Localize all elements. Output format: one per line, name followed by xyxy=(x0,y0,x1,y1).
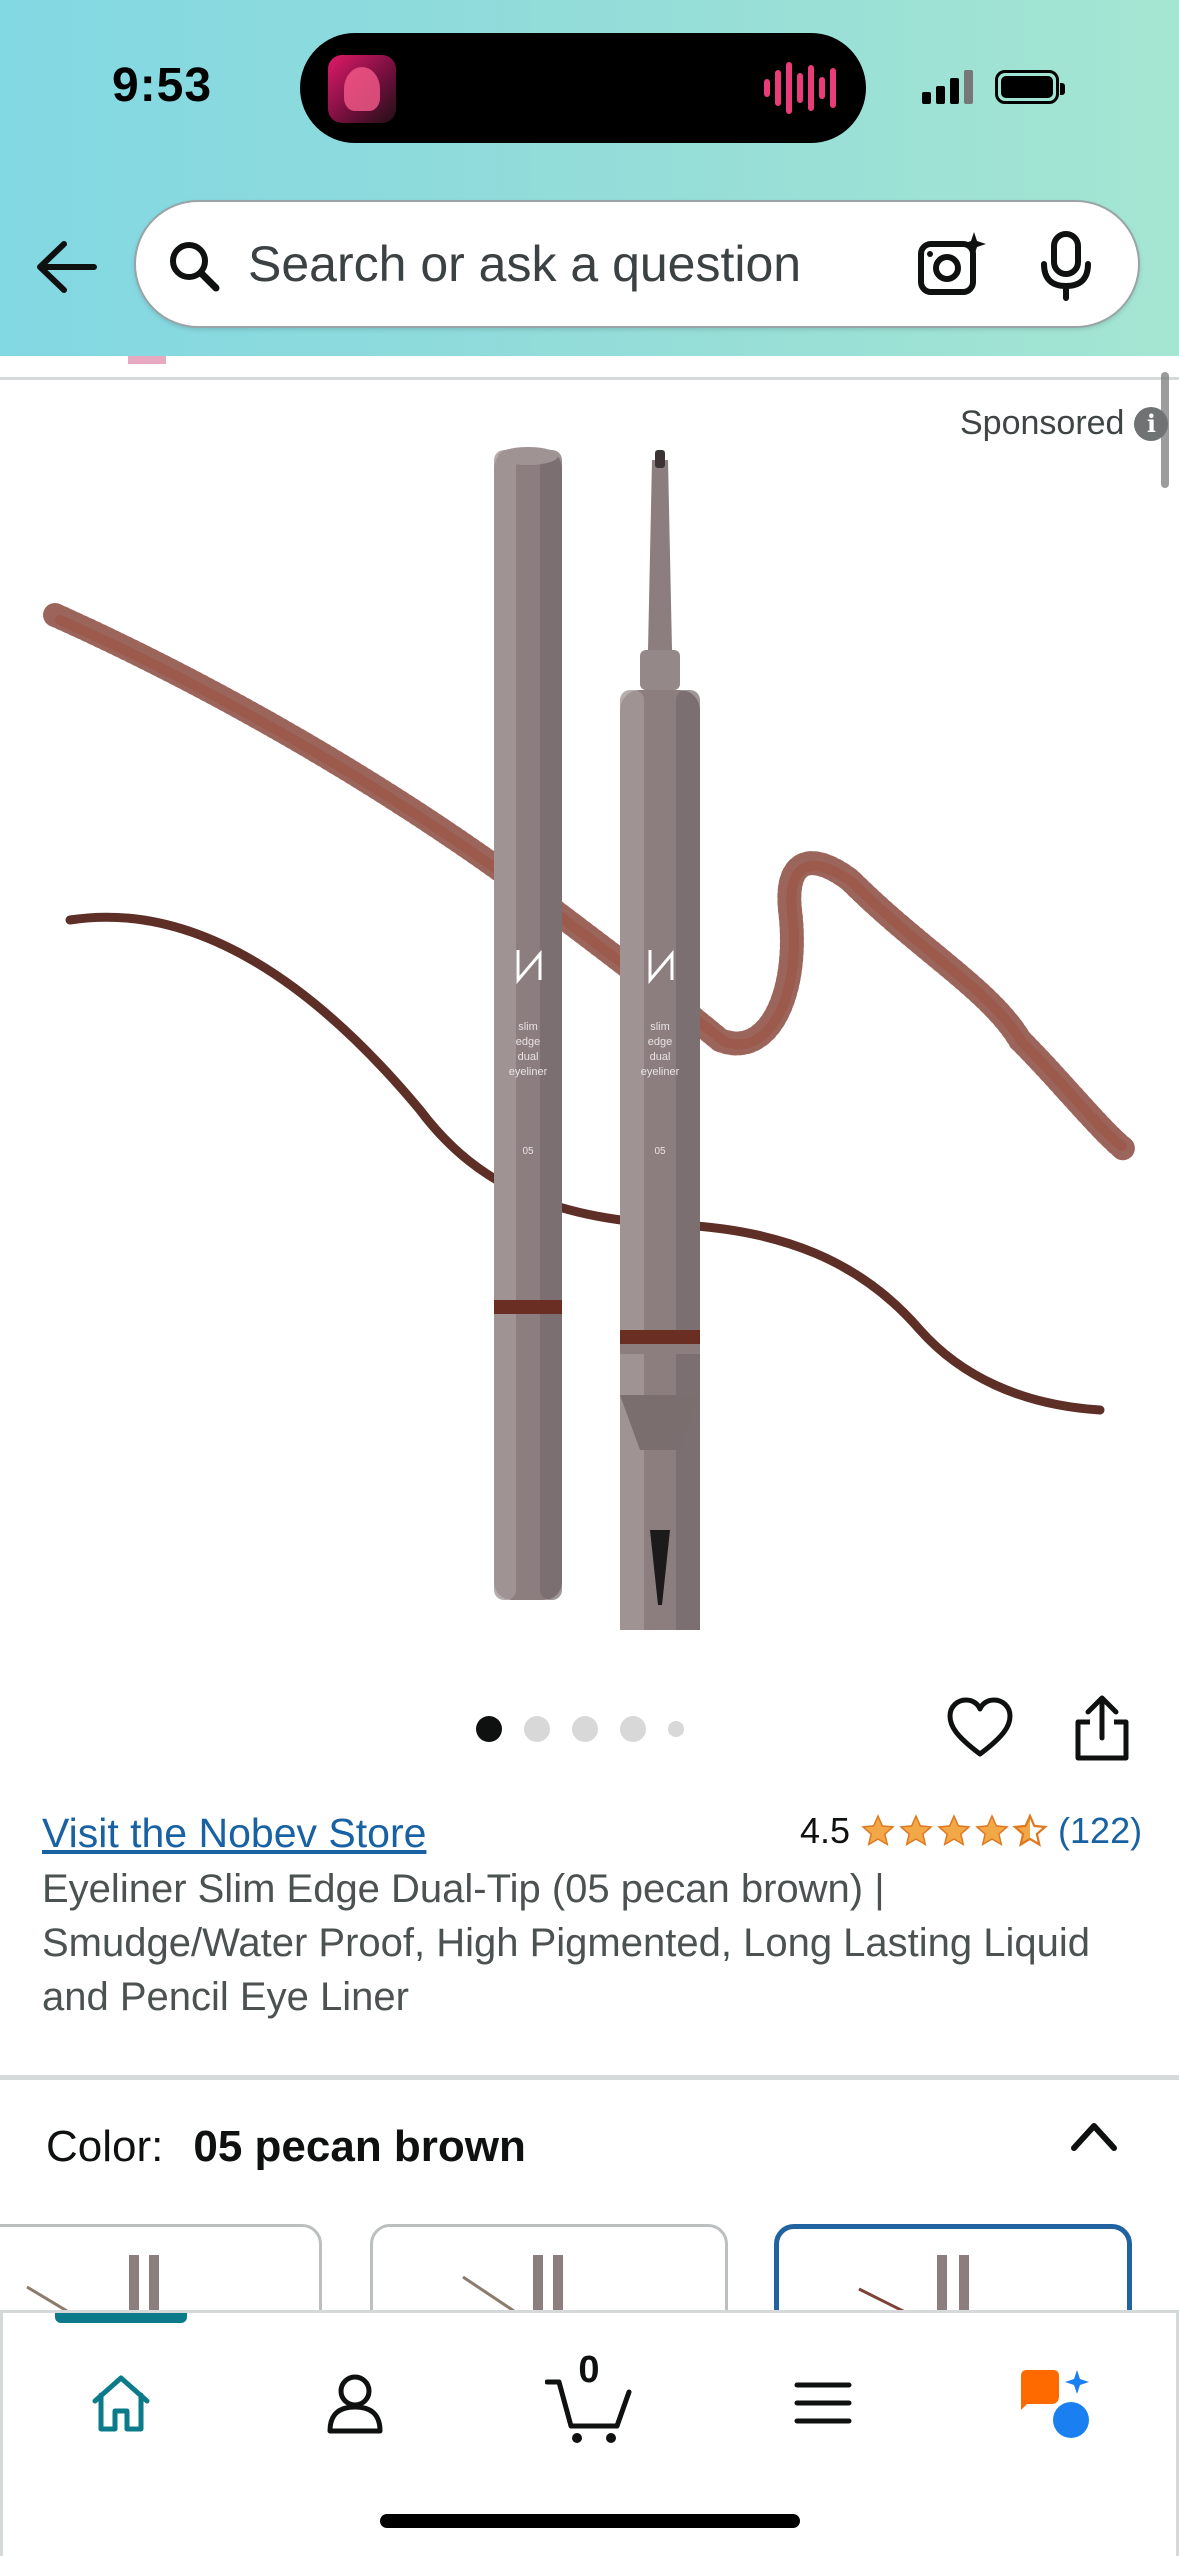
svg-text:dual: dual xyxy=(518,1051,539,1063)
color-swatch-option[interactable] xyxy=(0,2224,322,2310)
svg-text:edge: edge xyxy=(516,1036,540,1048)
home-icon xyxy=(92,2375,150,2432)
carousel-dots[interactable] xyxy=(476,1716,684,1742)
search-bar[interactable] xyxy=(134,200,1140,328)
previous-item-strip xyxy=(0,356,1179,380)
previous-item-thumbnail xyxy=(128,356,166,364)
account-icon xyxy=(327,2374,383,2434)
star-full-icon xyxy=(899,1814,933,1847)
now-playing-artwork xyxy=(328,55,396,123)
status-time: 9:53 xyxy=(112,59,213,112)
rufus-icon xyxy=(1021,2370,1089,2438)
color-selector[interactable]: Color: 05 pecan brown xyxy=(46,2122,526,2172)
color-label: Color: xyxy=(46,2122,164,2171)
svg-text:05: 05 xyxy=(654,1146,666,1157)
svg-text:slim: slim xyxy=(518,1021,538,1033)
eyeliner-uncapped: slim edge dual eyeliner 05 xyxy=(620,450,700,1630)
carousel-dot-1[interactable] xyxy=(476,1716,502,1742)
svg-text:05: 05 xyxy=(522,1146,534,1157)
wishlist-heart-icon[interactable] xyxy=(946,1696,1014,1760)
star-full-icon xyxy=(937,1814,971,1847)
nav-rufus[interactable] xyxy=(1007,2353,1107,2453)
store-link[interactable]: Visit the Nobev Store xyxy=(42,1810,426,1857)
section-divider xyxy=(0,2075,1179,2080)
star-rating xyxy=(860,1813,1048,1849)
dynamic-island[interactable] xyxy=(300,33,866,143)
camera-search-icon[interactable] xyxy=(916,230,986,300)
menu-icon xyxy=(794,2382,852,2424)
back-arrow-icon[interactable] xyxy=(34,238,98,296)
svg-text:slim: slim xyxy=(650,1021,670,1033)
carousel-dot-3[interactable] xyxy=(572,1716,598,1742)
eyeliner-capped: slim edge dual eyeliner 05 xyxy=(494,447,562,1600)
color-value: 05 pecan brown xyxy=(193,2122,526,2171)
nav-cart[interactable]: 0 xyxy=(539,2349,639,2453)
product-title: Eyeliner Slim Edge Dual-Tip (05 pecan br… xyxy=(42,1867,1091,2019)
liquid-swatch-stroke xyxy=(65,912,1105,1415)
carousel-dot-2[interactable] xyxy=(524,1716,550,1742)
color-swatch-selected[interactable] xyxy=(774,2224,1132,2310)
svg-text:eyeliner: eyeliner xyxy=(641,1066,680,1078)
battery-icon xyxy=(995,70,1065,104)
product-image[interactable]: slim edge dual eyeliner 05 slim edge dua… xyxy=(0,430,1179,1630)
rating-summary[interactable]: 4.5 (122) xyxy=(800,1810,1142,1852)
microphone-icon[interactable] xyxy=(1036,230,1096,302)
active-tab-indicator xyxy=(55,2313,187,2323)
carousel-dot-4[interactable] xyxy=(620,1716,646,1742)
rating-count[interactable]: (122) xyxy=(1058,1810,1142,1852)
rating-value: 4.5 xyxy=(800,1810,851,1851)
cellular-signal-icon xyxy=(922,70,973,104)
carousel-dot-5[interactable] xyxy=(668,1721,684,1737)
search-icon xyxy=(170,242,220,292)
star-full-icon xyxy=(861,1814,895,1847)
svg-text:edge: edge xyxy=(648,1036,672,1048)
cart-count: 0 xyxy=(578,2349,600,2391)
svg-text:eyeliner: eyeliner xyxy=(509,1066,548,1078)
search-input[interactable] xyxy=(248,232,888,296)
star-full-icon xyxy=(975,1814,1009,1847)
color-swatch-list[interactable] xyxy=(0,2224,1179,2310)
nav-account[interactable] xyxy=(305,2353,405,2453)
nav-menu[interactable] xyxy=(773,2353,873,2453)
audio-waveform-icon xyxy=(764,59,836,117)
home-indicator[interactable] xyxy=(380,2514,800,2528)
chevron-up-icon[interactable] xyxy=(1068,2116,1120,2156)
color-swatch-option[interactable] xyxy=(370,2224,728,2310)
nav-home[interactable] xyxy=(71,2353,171,2453)
svg-text:dual: dual xyxy=(650,1051,671,1063)
app-header: 9:53 xyxy=(0,0,1179,356)
star-half-icon xyxy=(1012,1813,1048,1847)
share-icon[interactable] xyxy=(1072,1694,1132,1762)
